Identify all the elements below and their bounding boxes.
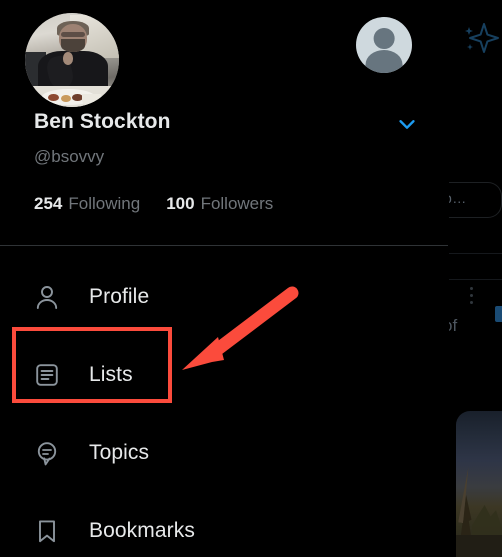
followers-label: Followers [200,194,274,213]
sparkle-ai-icon[interactable] [462,20,502,60]
menu-item-profile[interactable]: Profile [0,258,449,336]
menu-item-topics[interactable]: Topics [0,414,449,492]
followers-count: 100 [166,194,195,213]
followers-stat[interactable]: 100 Followers [166,194,273,214]
person-outline-icon [33,283,71,311]
following-label: Following [68,194,141,213]
menu-item-topics-label: Topics [89,441,150,464]
menu-item-bookmarks-label: Bookmarks [89,519,195,542]
account-handle: @bsovvy [34,147,105,166]
speech-bubble-lines-icon [33,439,71,467]
screen-root: p… of Ben Stockton @bsovvy 254 Following… [0,0,502,557]
background-blue-accent [495,306,502,322]
menu-item-lists-label: Lists [89,363,133,386]
header-divider [0,245,448,246]
following-stat[interactable]: 254 Following [34,194,140,214]
navigation-drawer: Ben Stockton @bsovvy 254 Following 100 F… [0,0,449,557]
user-photo-avatar[interactable] [25,13,119,107]
menu-item-profile-label: Profile [89,285,150,308]
bookmark-outline-icon [33,517,71,545]
background-divider-2 [444,279,502,280]
photo-thumbnail[interactable] [456,411,502,557]
chevron-down-icon[interactable] [390,110,424,138]
menu-item-lists[interactable]: Lists [0,336,449,414]
account-display-name: Ben Stockton [34,110,171,133]
default-person-avatar[interactable] [356,17,412,73]
list-box-icon [33,361,71,389]
more-vertical-dots-icon[interactable] [470,287,473,304]
background-divider-1 [444,253,502,254]
drawer-menu: Profile Lists Topics Bookmarks [0,258,449,557]
following-count: 254 [34,194,63,213]
account-stats: 254 Following 100 Followers [34,194,273,214]
menu-item-bookmarks[interactable]: Bookmarks [0,492,449,557]
